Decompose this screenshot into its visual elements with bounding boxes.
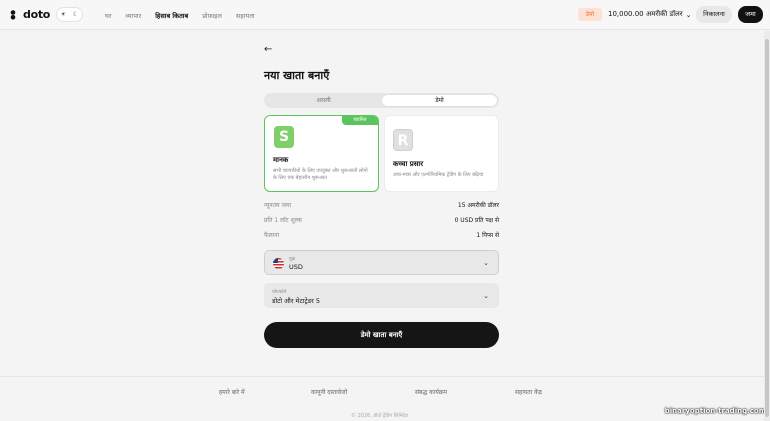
chevron-down-icon: ⌄	[685, 10, 692, 19]
balance-value: 10,000.00 अमरीकी डॉलर	[608, 10, 683, 18]
stat-row: न्यूनतम जमा 15 अमरीकी डॉलर	[264, 201, 499, 216]
copyright: © 2026, डोटो ट्रेडिंग लिमिटेड	[351, 413, 408, 419]
nav-item-help[interactable]: सहायता	[236, 11, 255, 20]
tab-demo[interactable]: डेमो	[382, 95, 497, 106]
stat-value: 1 पिप्स से	[476, 232, 499, 239]
stat-label: न्यूनतम जमा	[264, 202, 292, 209]
platform-caption: प्लेटफॉर्म	[272, 290, 287, 295]
account-stats: न्यूनतम जमा 15 अमरीकी डॉलर प्रति 1 लॉट श…	[264, 201, 499, 246]
withdraw-button[interactable]: निकालना	[696, 6, 732, 23]
card-description: सभी व्यापारियों के लिए उपयुक्त और शुरूआत…	[273, 168, 368, 181]
footer-link-about[interactable]: हमारे बारे में	[219, 388, 245, 396]
page-title: नया खाता बनाएँ	[264, 69, 330, 82]
nav-item-home[interactable]: घर	[105, 11, 112, 20]
create-demo-account-button[interactable]: डेमो खाता बनाएँ	[264, 322, 499, 348]
currency-select[interactable]: मुद्रा USD ⌄	[264, 250, 499, 275]
stat-row: फैलाना 1 पिप्स से	[264, 231, 499, 246]
card-title: कच्चा प्रसार	[393, 160, 424, 168]
scroll-thumb[interactable]	[765, 39, 769, 417]
moon-icon[interactable]: ☾	[73, 11, 78, 18]
footer-link-help-center[interactable]: सहायता केंद्र	[515, 388, 542, 396]
scrollbar[interactable]	[764, 31, 770, 421]
watermark: binaryoption-trading.com	[664, 407, 766, 415]
top-bar: doto ☀ ☾ घर व्यापार हिसाब किताब प्रोफ़ाइ…	[0, 0, 770, 30]
logo-text: doto	[23, 8, 51, 21]
card-description: उच्च-मात्रा और एल्गोरिथमिक ट्रेडिंग के ल…	[393, 172, 484, 178]
theme-toggle[interactable]: ☀ ☾	[56, 7, 83, 22]
stat-value: 15 अमरीकी डॉलर	[457, 202, 499, 209]
card-title: मानक	[273, 156, 289, 164]
selected-ribbon: चयनित	[342, 116, 378, 125]
chevron-down-icon: ⌄	[483, 259, 489, 267]
stat-value: 0 USD प्रति पक्ष से	[454, 217, 499, 224]
chevron-down-icon: ⌄	[483, 292, 489, 300]
main-nav: घर व्यापार हिसाब किताब प्रोफ़ाइल सहायता	[105, 11, 255, 20]
back-arrow-icon[interactable]: ←	[264, 44, 272, 55]
account-card-raw-spread[interactable]: R कच्चा प्रसार उच्च-मात्रा और एल्गोरिथमि…	[384, 115, 499, 192]
nav-item-profile[interactable]: प्रोफ़ाइल	[202, 11, 222, 20]
tab-real[interactable]: असली	[266, 95, 381, 106]
logo-mark-icon	[10, 9, 16, 20]
platform-select[interactable]: प्लेटफॉर्म डोटो और मेटाट्रेडर 5 ⌄	[264, 283, 499, 308]
stat-label: फैलाना	[264, 232, 280, 239]
nav-item-trade[interactable]: व्यापार	[126, 11, 142, 20]
currency-caption: मुद्रा	[289, 257, 296, 262]
footer: हमारे बारे में कानूनी दस्तावेजों संबद्ध …	[0, 376, 770, 421]
footer-link-affiliate[interactable]: संबद्ध कार्यक्रम	[415, 388, 447, 396]
logo[interactable]: doto	[10, 8, 50, 21]
stat-row: प्रति 1 लॉट शुल्क 0 USD प्रति पक्ष से	[264, 216, 499, 231]
sun-icon[interactable]: ☀	[61, 11, 66, 18]
stat-label: प्रति 1 लॉट शुल्क	[264, 217, 302, 224]
footer-link-legal[interactable]: कानूनी दस्तावेजों	[311, 388, 347, 396]
raw-r-icon: R	[393, 129, 413, 151]
account-type-switch: असली डेमो	[264, 93, 499, 108]
demo-badge: डेमो	[578, 8, 602, 21]
balance-dropdown[interactable]: 10,000.00 अमरीकी डॉलर ⌄	[608, 10, 692, 19]
account-card-standard[interactable]: चयनित S मानक सभी व्यापारियों के लिए उपयु…	[264, 115, 379, 192]
us-flag-icon	[273, 258, 284, 269]
platform-value: डोटो और मेटाट्रेडर 5	[272, 297, 321, 305]
standard-s-icon: S	[274, 126, 294, 148]
currency-value: USD	[289, 263, 303, 271]
deposit-button[interactable]: जमा	[738, 6, 763, 23]
nav-item-accounts[interactable]: हिसाब किताब	[155, 11, 188, 20]
